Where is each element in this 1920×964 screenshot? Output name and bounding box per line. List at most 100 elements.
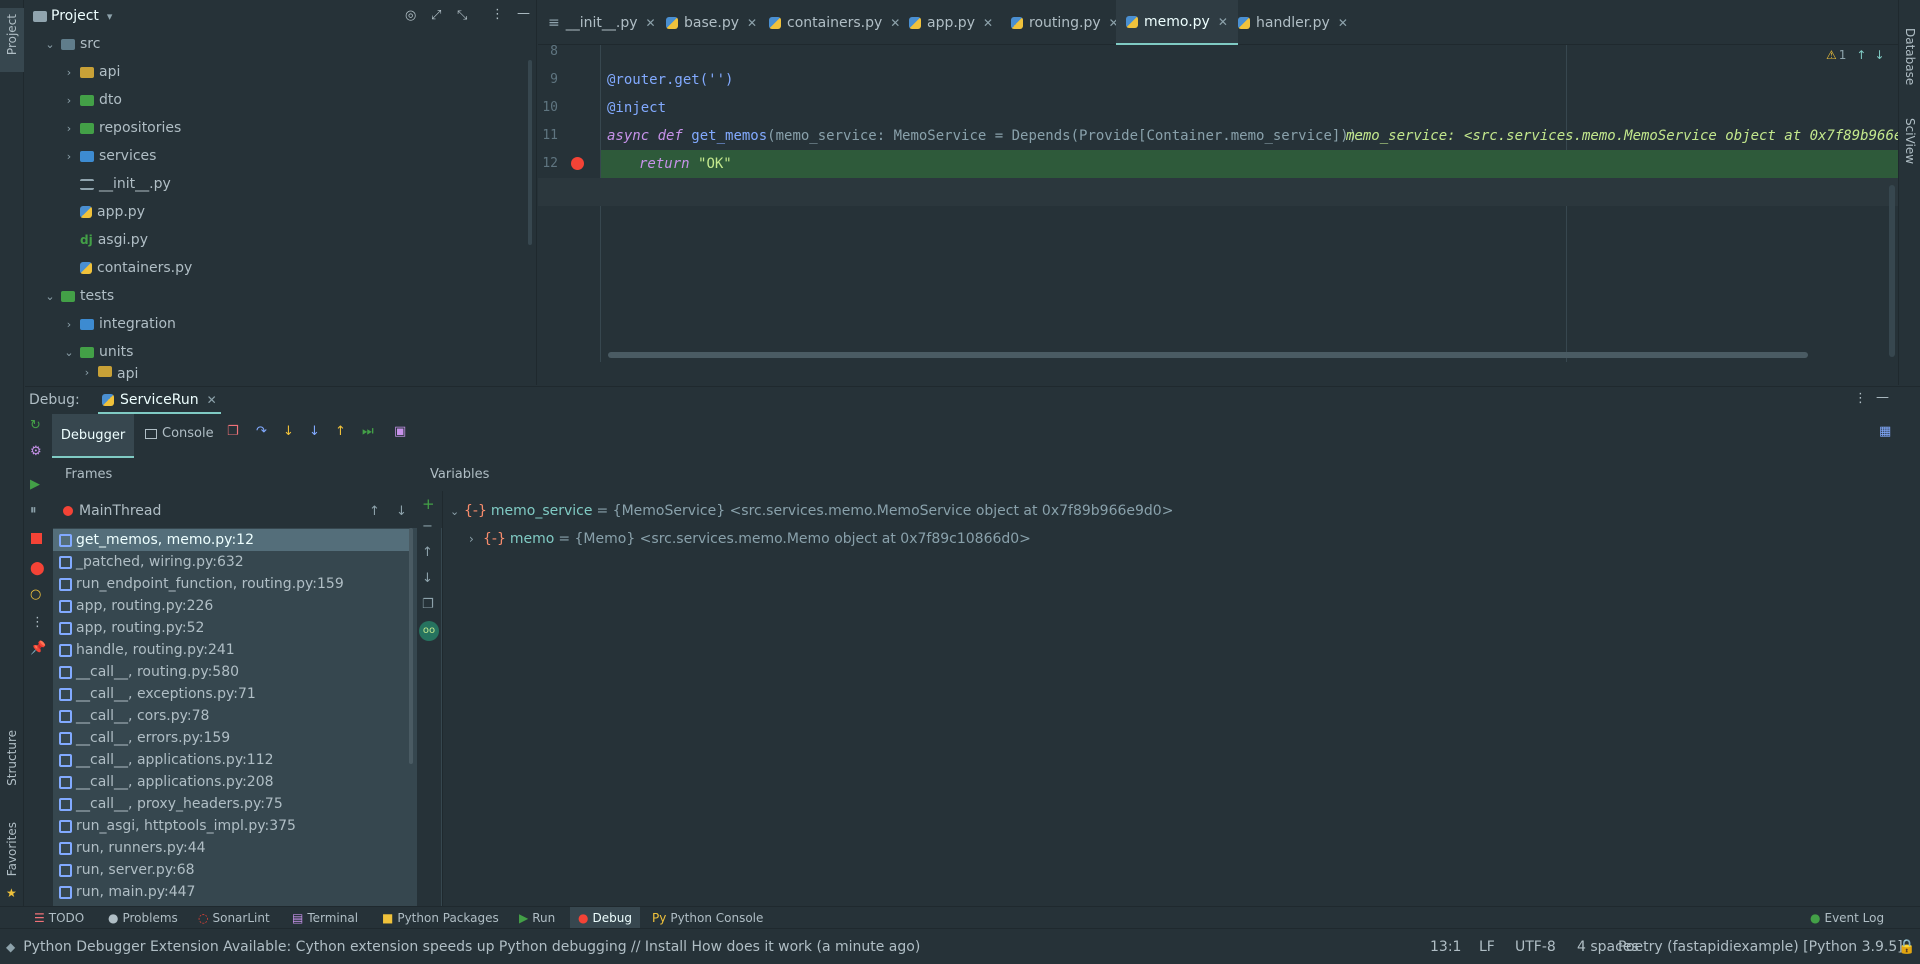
step-out-icon[interactable]: ↑ bbox=[335, 424, 346, 439]
tab-console[interactable]: Console bbox=[145, 426, 214, 441]
breakpoint-icon[interactable] bbox=[571, 157, 584, 170]
tree-item-units[interactable]: ⌄ units bbox=[62, 338, 133, 366]
step-into-my-code-icon[interactable]: ↓ bbox=[309, 424, 320, 439]
database-tool-tab[interactable]: Database bbox=[1899, 10, 1920, 85]
chevron-right-icon[interactable]: › bbox=[62, 318, 76, 331]
tree-item-containers-py[interactable]: containers.py bbox=[76, 254, 192, 282]
frame-row[interactable]: run, main.py:447 bbox=[53, 881, 411, 903]
event-log-tool-button[interactable]: ● Event Log bbox=[1810, 907, 1884, 929]
chevron-right-icon[interactable]: › bbox=[62, 150, 76, 163]
thread-selector[interactable]: MainThread ↑ ↓ ▼ bbox=[61, 499, 436, 523]
memory-indicator-icon[interactable]: 🔒 bbox=[1898, 929, 1915, 964]
chevron-right-icon[interactable]: › bbox=[62, 122, 76, 135]
close-icon[interactable]: ✕ bbox=[1338, 16, 1348, 30]
project-view-title[interactable]: Project bbox=[51, 8, 99, 24]
chevron-right-icon[interactable]: › bbox=[62, 94, 76, 107]
more-icon[interactable]: ⋮ bbox=[31, 615, 44, 630]
tab-debugger[interactable]: Debugger bbox=[52, 414, 134, 458]
tree-item-src[interactable]: ⌄ src bbox=[43, 30, 100, 58]
hide-icon[interactable]: — bbox=[1876, 390, 1889, 405]
frame-row[interactable]: __call__, errors.py:159 bbox=[53, 727, 411, 749]
tab-servicerun[interactable]: ServiceRun ✕ bbox=[98, 387, 221, 414]
evaluate-expression-icon[interactable]: ▣ bbox=[394, 424, 406, 439]
frame-row[interactable]: app, routing.py:226 bbox=[53, 595, 411, 617]
python-console-tool-button[interactable]: Py Python Console bbox=[652, 907, 763, 929]
tree-item-init[interactable]: __init__.py bbox=[76, 170, 171, 198]
frame-row[interactable]: app, routing.py:52 bbox=[53, 617, 411, 639]
restore-layout-icon[interactable]: ❐ bbox=[227, 424, 239, 439]
chevron-right-icon[interactable]: › bbox=[62, 66, 76, 79]
frame-row[interactable]: __call__, cors.py:78 bbox=[53, 705, 411, 727]
tab-containers-py[interactable]: containers.py ✕ bbox=[759, 0, 910, 45]
tree-item-services[interactable]: › services bbox=[62, 142, 157, 170]
add-watch-icon[interactable]: + bbox=[422, 495, 435, 513]
frame-row[interactable]: get_memos, memo.py:12 bbox=[53, 529, 411, 551]
structure-tool-tab[interactable]: Structure bbox=[0, 730, 24, 810]
move-down-icon[interactable]: ↓ bbox=[422, 571, 433, 586]
frame-row[interactable]: handle, routing.py:241 bbox=[53, 639, 411, 661]
frame-row[interactable]: run, server.py:68 bbox=[53, 859, 411, 881]
close-icon[interactable]: ✕ bbox=[983, 16, 993, 30]
tree-item-api[interactable]: › api bbox=[62, 58, 121, 86]
chevron-down-icon[interactable]: ⌄ bbox=[43, 290, 57, 303]
frame-row[interactable]: __call__, applications.py:112 bbox=[53, 749, 411, 771]
tab-init-py[interactable]: ≡ __init__.py ✕ bbox=[538, 0, 666, 45]
frame-row[interactable]: run_asgi, httptools_impl.py:375 bbox=[53, 815, 411, 837]
variable-row[interactable]: ⌄ {-} memo_service = {MemoService} <src.… bbox=[450, 503, 1173, 519]
tab-app-py[interactable]: app.py ✕ bbox=[899, 0, 1003, 45]
step-into-icon[interactable]: ↓ bbox=[283, 424, 294, 439]
resume-icon[interactable]: ▶ bbox=[30, 477, 40, 492]
chevron-down-icon[interactable]: ▾ bbox=[107, 10, 113, 23]
run-tool-button[interactable]: ▶ Run bbox=[519, 907, 555, 929]
frame-row[interactable]: _patched, wiring.py:632 bbox=[53, 551, 411, 573]
tree-item-app-py[interactable]: app.py bbox=[76, 198, 145, 226]
vertical-scrollbar[interactable] bbox=[1889, 185, 1895, 357]
expand-all-icon[interactable]: ⤢ bbox=[431, 8, 441, 23]
close-icon[interactable]: ✕ bbox=[747, 16, 757, 30]
close-icon[interactable]: ✕ bbox=[207, 393, 217, 407]
arrow-down-icon[interactable]: ↓ bbox=[1874, 48, 1884, 62]
tab-handler-py[interactable]: handler.py ✕ bbox=[1228, 0, 1358, 45]
variable-row[interactable]: › {-} memo = {Memo} <src.services.memo.M… bbox=[469, 531, 1031, 547]
frame-row[interactable]: __call__, routing.py:580 bbox=[53, 661, 411, 683]
frame-row[interactable]: __call__, exceptions.py:71 bbox=[53, 683, 411, 705]
todo-tool-button[interactable]: ☰ TODO bbox=[34, 907, 84, 929]
options-icon[interactable]: ⋮ bbox=[1854, 391, 1867, 406]
frame-row[interactable]: run, runners.py:44 bbox=[53, 837, 411, 859]
chevron-right-icon[interactable]: › bbox=[469, 532, 483, 546]
interpreter-widget[interactable]: Poetry (fastapidiexample) [Python 3.9.5] bbox=[1618, 929, 1903, 964]
locate-icon[interactable]: ◎ bbox=[405, 8, 416, 23]
view-breakpoints-icon[interactable]: ⬤ bbox=[30, 561, 45, 576]
move-up-icon[interactable]: ↑ bbox=[422, 545, 433, 560]
tree-item-units-api[interactable]: › api bbox=[80, 366, 138, 384]
project-tool-tab[interactable]: Project bbox=[0, 8, 24, 72]
settings-icon[interactable]: ⚙ bbox=[30, 444, 42, 459]
chevron-right-icon[interactable]: › bbox=[80, 366, 94, 379]
step-over-icon[interactable]: ↷ bbox=[256, 424, 267, 439]
glasses-icon[interactable]: oo bbox=[419, 621, 439, 641]
frame-row[interactable]: run_endpoint_function, routing.py:159 bbox=[53, 573, 411, 595]
pause-icon[interactable]: ⏸ bbox=[30, 503, 37, 518]
tree-item-integration[interactable]: › integration bbox=[62, 310, 176, 338]
run-to-cursor-icon[interactable]: ⏭ bbox=[362, 424, 374, 439]
tree-item-tests[interactable]: ⌄ tests bbox=[43, 282, 114, 310]
frame-row[interactable]: __call__, applications.py:208 bbox=[53, 771, 411, 793]
mute-breakpoints-icon[interactable]: ○ bbox=[30, 587, 41, 602]
arrow-down-icon[interactable]: ↓ bbox=[396, 504, 407, 519]
line-separator[interactable]: LF bbox=[1479, 929, 1495, 964]
tree-item-repositories[interactable]: › repositories bbox=[62, 114, 182, 142]
hide-icon[interactable]: — bbox=[517, 6, 530, 21]
chevron-down-icon[interactable]: ⌄ bbox=[62, 346, 76, 359]
close-icon[interactable]: ✕ bbox=[646, 16, 656, 30]
remove-watch-icon[interactable]: − bbox=[422, 519, 433, 534]
stop-icon[interactable] bbox=[31, 533, 42, 544]
arrow-up-icon[interactable]: ↑ bbox=[369, 504, 380, 519]
frames-scrollbar[interactable] bbox=[409, 528, 413, 764]
terminal-tool-button[interactable]: ▤ Terminal bbox=[292, 907, 358, 929]
status-message[interactable]: ◆ Python Debugger Extension Available: C… bbox=[6, 929, 920, 964]
debug-tool-button[interactable]: ● Debug bbox=[570, 907, 640, 929]
tree-item-asgi-py[interactable]: dj asgi.py bbox=[76, 226, 148, 254]
sciview-tool-tab[interactable]: SciView bbox=[1899, 100, 1920, 170]
close-icon[interactable]: ✕ bbox=[1218, 15, 1228, 29]
pin-icon[interactable]: 📌 bbox=[30, 641, 46, 656]
